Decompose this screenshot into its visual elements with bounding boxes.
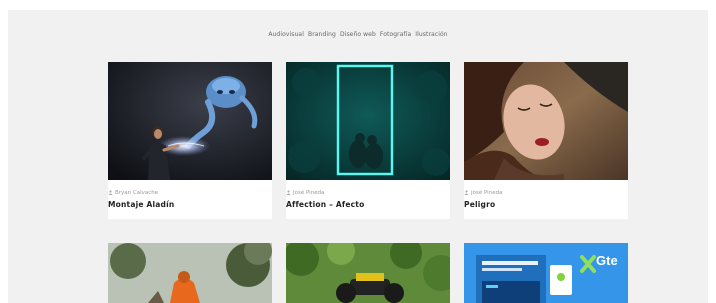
project-card-peligro[interactable]: José Pineda Peligro — [464, 62, 628, 219]
project-thumbnail[interactable] — [464, 62, 628, 180]
project-meta: José Pineda Peligro — [464, 180, 628, 219]
gte-logo-text: Gte — [596, 253, 618, 268]
filter-audiovisual[interactable]: Audiovisual — [268, 31, 304, 38]
aladin-montage-image — [108, 62, 272, 180]
project-thumbnail[interactable] — [108, 62, 272, 180]
filter-fotografia[interactable]: Fotografía — [380, 31, 411, 38]
project-card-bottom-3[interactable]: Gte — [464, 243, 628, 303]
project-card-bottom-1[interactable] — [108, 243, 272, 303]
project-thumbnail[interactable]: Gte — [464, 243, 628, 303]
user-icon — [286, 190, 291, 195]
project-thumbnail[interactable] — [286, 243, 450, 303]
filter-diseno-web[interactable]: Diseño web — [340, 31, 376, 38]
project-author[interactable]: José Pineda — [286, 190, 324, 196]
project-card-montaje-aladin[interactable]: Bryan Calvache Montaje Aladín — [108, 62, 272, 219]
project-author[interactable]: José Pineda — [464, 190, 502, 196]
forest-person-image — [108, 243, 272, 303]
project-title[interactable]: Montaje Aladín — [108, 200, 174, 209]
project-thumbnail[interactable] — [286, 62, 450, 180]
user-icon — [108, 190, 113, 195]
peligro-portrait-image — [464, 62, 628, 180]
filter-branding[interactable]: Branding — [308, 31, 336, 38]
project-card-bottom-2[interactable] — [286, 243, 450, 303]
project-title[interactable]: Affection – Afecto — [286, 200, 364, 209]
project-author[interactable]: Bryan Calvache — [108, 190, 158, 196]
author-name: Bryan Calvache — [115, 190, 159, 196]
jungle-motorcycle-image — [286, 243, 450, 303]
affection-neon-image — [286, 62, 450, 180]
portfolio-page: Audiovisual Branding Diseño web Fotograf… — [0, 0, 716, 303]
project-meta: José Pineda Affection – Afecto — [286, 180, 450, 219]
user-icon — [464, 190, 469, 195]
project-thumbnail[interactable] — [108, 243, 272, 303]
author-name: José Pineda — [293, 190, 325, 196]
category-filter-bar: Audiovisual Branding Diseño web Fotograf… — [0, 31, 716, 38]
project-title[interactable]: Peligro — [464, 200, 495, 209]
author-name: José Pineda — [471, 190, 503, 196]
project-meta: Bryan Calvache Montaje Aladín — [108, 180, 272, 219]
filter-ilustracion[interactable]: Ilustración — [415, 31, 447, 38]
gte-website-image — [464, 243, 628, 303]
project-card-affection[interactable]: José Pineda Affection – Afecto — [286, 62, 450, 219]
